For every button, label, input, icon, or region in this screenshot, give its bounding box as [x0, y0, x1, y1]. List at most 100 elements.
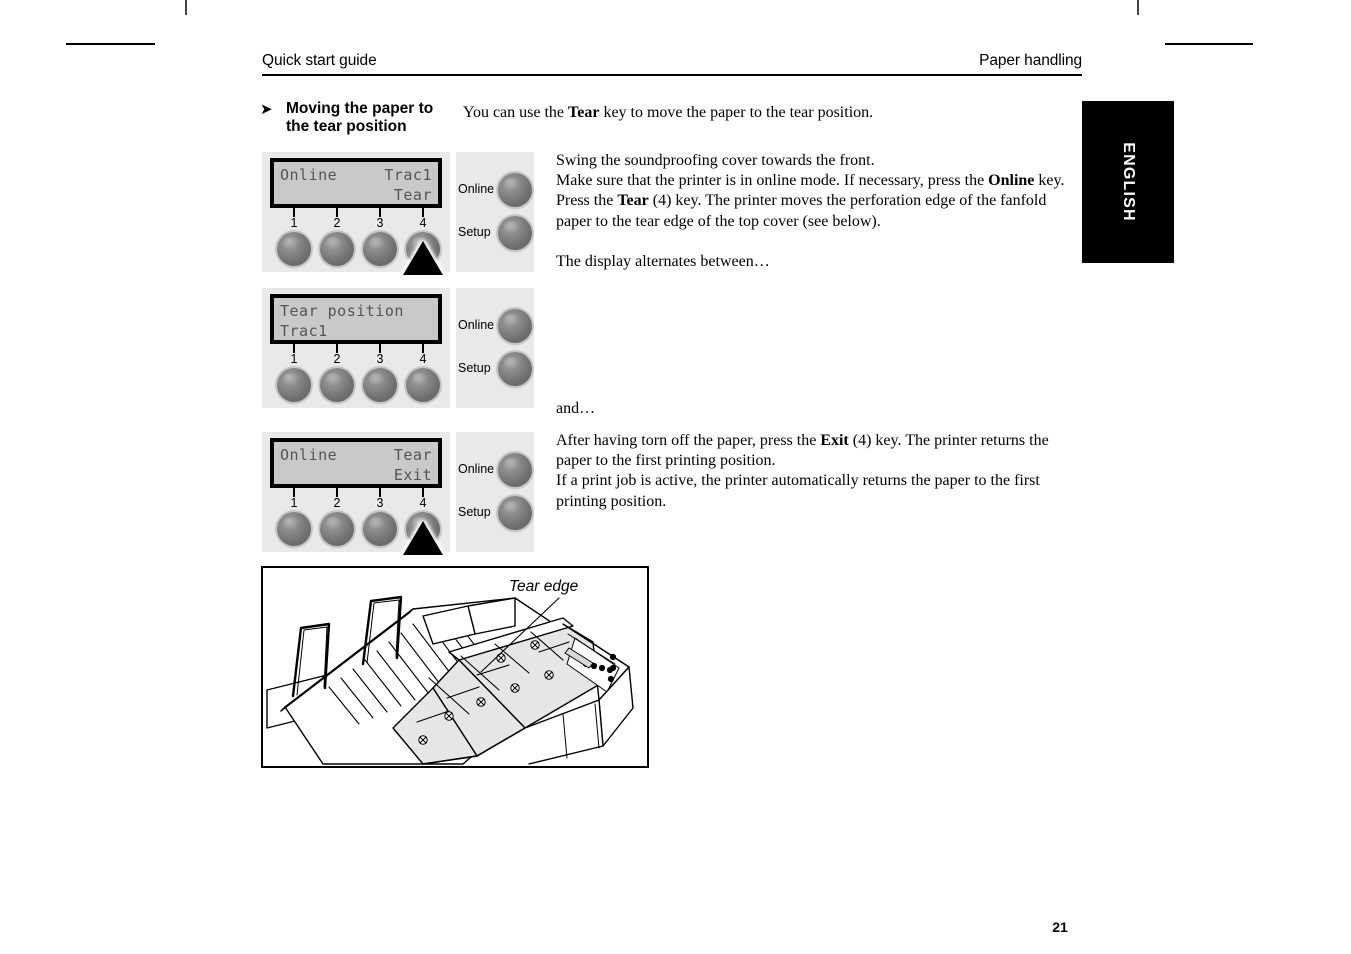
tick-number-2: 2: [333, 216, 341, 230]
lcd-line1-right: Tear: [393, 446, 432, 464]
online-button-label: Online: [458, 182, 495, 196]
instruction-line: paper to the first printing position.: [556, 452, 776, 470]
lcd-line-2: Trac1: [280, 322, 328, 340]
intro-key-tear: Tear: [568, 104, 600, 121]
instruction-text: key.: [1034, 172, 1065, 190]
display-alternates-note: The display alternates between…: [556, 252, 770, 270]
header-left-title: Quick start guide: [262, 52, 377, 69]
instruction-text: (4) key. The printer returns the: [848, 432, 1049, 449]
key-tear: Tear: [617, 192, 649, 210]
button-tick-marks: 1 2 3 4: [270, 208, 442, 232]
function-button-2[interactable]: [320, 512, 354, 546]
lcd-display: Online Trac1 Tear: [270, 158, 442, 208]
function-button-3[interactable]: [363, 512, 397, 546]
and-connector: and…: [556, 400, 596, 417]
lcd-display: Online Tear Exit: [270, 438, 442, 488]
setup-button[interactable]: [498, 496, 532, 530]
header-rule: [262, 74, 1082, 76]
instruction-text: (4) key. The printer moves the perforati…: [648, 192, 1047, 210]
function-button-4[interactable]: [406, 368, 440, 402]
control-panel-side: Online Setup: [456, 288, 534, 408]
button-tick-marks: 1 2 3 4: [270, 344, 442, 368]
control-panel-step-2: Tear position Trac1 1 2 3 4 Online Setup: [262, 288, 534, 408]
setup-button-label: Setup: [458, 505, 491, 519]
step-1-instructions: Swing the soundproofing cover towards th…: [556, 151, 1081, 272]
function-button-1[interactable]: [277, 368, 311, 402]
key-online: Online: [988, 172, 1035, 190]
lcd-line2-right: Tear: [393, 186, 432, 204]
tick-number-4: 4: [419, 216, 427, 230]
control-panel-step-1: Online Trac1 Tear 1 2 3 4 Online Setup: [262, 152, 534, 275]
instruction-line: Make sure that the printer is in online …: [556, 171, 1081, 191]
intro-text-post: key to move the paper to the tear positi…: [599, 104, 874, 121]
tick-number-4: 4: [419, 496, 427, 510]
lcd-line2-right: Exit: [393, 466, 432, 484]
instruction-line: After having torn off the paper, press t…: [556, 431, 1081, 451]
online-button[interactable]: [498, 173, 532, 207]
instruction-text: Press the: [556, 192, 618, 210]
online-button[interactable]: [498, 309, 532, 343]
control-panel-side: Online Setup: [456, 432, 534, 552]
crop-mark-top-left: [185, 0, 187, 15]
function-button-row: [270, 368, 450, 404]
highlight-triangle-icon: [403, 521, 443, 555]
instruction-line: printing position.: [556, 492, 667, 510]
intro-text-pre: You can use the: [463, 104, 569, 121]
function-button-2[interactable]: [320, 232, 354, 266]
tick-number-1: 1: [290, 496, 298, 510]
lcd-line-1: Tear position: [280, 302, 404, 320]
function-button-row: [270, 232, 450, 275]
function-button-1[interactable]: [277, 232, 311, 266]
tick-number-2: 2: [333, 496, 341, 510]
language-thumb-tab-label: ENGLISH: [1120, 142, 1137, 222]
control-panel-main: Online Tear Exit 1 2 3 4: [262, 432, 450, 555]
control-panel-side: Online Setup: [456, 152, 534, 272]
function-button-2[interactable]: [320, 368, 354, 402]
function-button-3[interactable]: [363, 368, 397, 402]
section-heading-line2: the tear position: [286, 118, 407, 135]
key-exit: Exit: [820, 432, 849, 449]
section-heading: ➤ Moving the paper to the tear position: [260, 100, 465, 136]
lcd-display: Tear position Trac1: [270, 294, 442, 344]
step-2-instructions: and…: [556, 399, 1081, 419]
step-3-instructions: After having torn off the paper, press t…: [556, 431, 1081, 512]
button-tick-marks: 1 2 3 4: [270, 488, 442, 512]
lcd-line1-left: Online: [280, 446, 338, 464]
section-heading-line1: Moving the paper to: [286, 100, 434, 117]
function-button-3[interactable]: [363, 232, 397, 266]
lcd-line1-right: Trac1: [384, 166, 432, 184]
instruction-line: If a print job is active, the printer au…: [556, 472, 1040, 490]
crop-mark-top-right: [1137, 0, 1139, 15]
control-panel-main: Online Trac1 Tear 1 2 3 4: [262, 152, 450, 275]
highlight-triangle-icon: [403, 241, 443, 275]
instruction-text: Make sure that the printer is in online …: [556, 172, 989, 190]
printer-illustration: Tear edge: [261, 566, 649, 768]
instruction-text: After having torn off the paper, press t…: [556, 432, 821, 449]
instruction-line: Press the Tear (4) key. The printer move…: [556, 191, 1081, 211]
online-button[interactable]: [498, 453, 532, 487]
lcd-line-2: Tear: [280, 185, 432, 205]
setup-button[interactable]: [498, 216, 532, 250]
tick-number-1: 1: [290, 352, 298, 366]
function-button-1[interactable]: [277, 512, 311, 546]
crop-mark-right: [1165, 43, 1253, 45]
instruction-line: paper to the tear edge of the top cover …: [556, 212, 881, 230]
setup-button-label: Setup: [458, 225, 491, 239]
tick-number-2: 2: [333, 352, 341, 366]
online-button-label: Online: [458, 318, 495, 332]
setup-button-label: Setup: [458, 361, 491, 375]
tick-number-3: 3: [376, 216, 384, 230]
tick-number-3: 3: [376, 496, 384, 510]
right-arrow-icon: ➤: [260, 100, 273, 118]
lcd-line1-left: Online: [280, 166, 338, 184]
lcd-line-1: Online Trac1: [280, 165, 432, 185]
control-panel-main: Tear position Trac1 1 2 3 4: [262, 288, 450, 408]
setup-button[interactable]: [498, 352, 532, 386]
crop-mark-left: [66, 43, 155, 45]
printer-line-drawing: [266, 595, 634, 765]
function-button-row: [270, 512, 450, 555]
page-number: 21: [1052, 919, 1068, 935]
lcd-line-1: Online Tear: [280, 445, 432, 465]
figure-caption-tear-edge: Tear edge: [509, 578, 579, 595]
